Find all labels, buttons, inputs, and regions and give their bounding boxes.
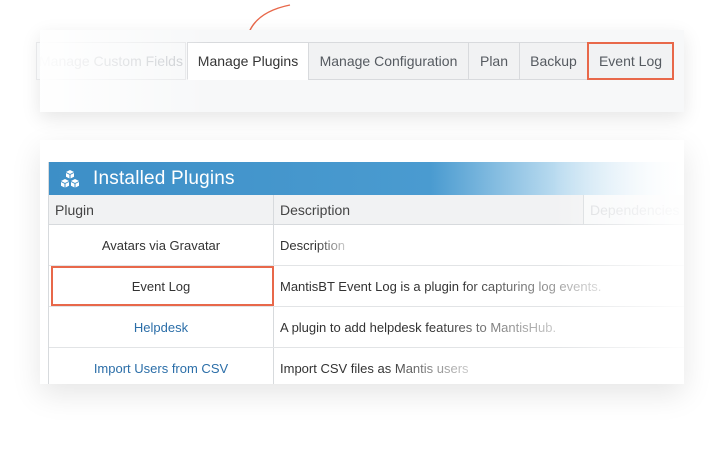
plugin-name: Avatars via Gravatar (101, 237, 221, 253)
tab-manage-configuration[interactable]: Manage Configuration (308, 42, 469, 80)
plugin-description: MantisBT Event Log is a plugin for captu… (273, 266, 684, 306)
plugin-link-helpdesk[interactable]: Helpdesk (49, 307, 273, 347)
installed-plugins-panel: Installed Plugins Plugin Description Dep… (40, 140, 684, 384)
tab-manage-plugins[interactable]: Manage Plugins (187, 42, 309, 80)
tab-strip: Manage Custom Fields Manage Plugins Mana… (36, 30, 684, 112)
table-row: Helpdesk A plugin to add helpdesk featur… (49, 307, 684, 348)
table-row: Import Users from CSV Import CSV files a… (49, 348, 684, 384)
plugin-name: Event Log (131, 278, 191, 294)
panel-title: Installed Plugins (93, 167, 235, 189)
plugin-description: Import CSV files as Mantis users (273, 348, 684, 384)
column-header-plugin: Plugin (49, 195, 273, 225)
plugin-description: Description (273, 225, 684, 265)
table-row: Avatars via Gravatar Description (49, 225, 684, 266)
panel-header: Installed Plugins (49, 162, 684, 195)
cubes-icon (61, 169, 79, 187)
column-header-dependencies: Dependencies (583, 195, 684, 225)
column-header-description: Description (273, 195, 583, 225)
plugins-table: Installed Plugins Plugin Description Dep… (48, 162, 684, 384)
plugin-description: A plugin to add helpdesk features to Man… (273, 307, 684, 347)
screenshot-stage: Manage Custom Fields Manage Plugins Mana… (0, 0, 717, 459)
table-row: Event Log MantisBT Event Log is a plugin… (49, 266, 684, 307)
plugin-link-import-users[interactable]: Import Users from CSV (49, 348, 273, 384)
tab-plan[interactable]: Plan (468, 42, 520, 80)
tab-event-log[interactable]: Event Log (587, 42, 674, 80)
tab-manage-custom-fields[interactable]: Manage Custom Fields (36, 42, 186, 80)
tab-backup[interactable]: Backup (519, 42, 588, 80)
